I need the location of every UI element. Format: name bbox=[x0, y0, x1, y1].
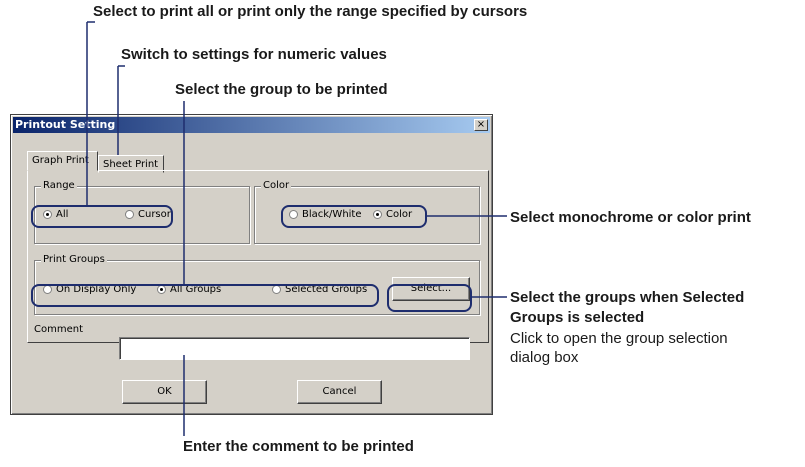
range-all-radio[interactable]: All bbox=[43, 209, 68, 220]
print-groups-group: Print Groups On Display Only All Groups … bbox=[34, 254, 480, 315]
callout-open-dialog-1: Click to open the group selection bbox=[510, 330, 728, 347]
callout-print-range: Select to print all or print only the ra… bbox=[93, 3, 528, 20]
range-group: Range All Cursor bbox=[34, 180, 250, 244]
range-cursor-radio[interactable]: Cursor bbox=[125, 209, 171, 220]
callout-groups-selected-2: Groups is selected bbox=[510, 309, 645, 326]
printout-setting-dialog: Printout Setting × Graph Print Sheet Pri… bbox=[10, 114, 493, 415]
radio-selected-groups-icon bbox=[272, 285, 281, 294]
color-bw-radio[interactable]: Black/White bbox=[289, 209, 362, 220]
select-groups-button[interactable]: Select... bbox=[392, 277, 470, 301]
comment-input[interactable] bbox=[119, 337, 470, 360]
radio-all-groups-icon bbox=[157, 285, 166, 294]
radio-all-icon bbox=[43, 210, 52, 219]
groups-on-display-radio[interactable]: On Display Only bbox=[43, 284, 136, 295]
callout-numeric-settings: Switch to settings for numeric values bbox=[121, 46, 387, 63]
callout-open-dialog-2: dialog box bbox=[510, 349, 579, 366]
callout-color-print: Select monochrome or color print bbox=[510, 209, 751, 226]
close-button[interactable]: × bbox=[474, 119, 488, 131]
groups-selected-radio[interactable]: Selected Groups bbox=[272, 284, 367, 295]
print-groups-legend: Print Groups bbox=[41, 254, 107, 265]
cancel-button[interactable]: Cancel bbox=[297, 380, 382, 404]
callout-comment-printed: Enter the comment to be printed bbox=[183, 438, 414, 455]
range-legend: Range bbox=[41, 180, 77, 191]
dialog-title: Printout Setting bbox=[15, 118, 116, 131]
title-bar[interactable]: Printout Setting × bbox=[13, 117, 490, 133]
color-group: Color Black/White Color bbox=[254, 180, 480, 244]
radio-color-icon bbox=[373, 210, 382, 219]
radio-bw-icon bbox=[289, 210, 298, 219]
graph-print-panel: Range All Cursor Color Black/White Color… bbox=[27, 170, 489, 343]
color-color-radio[interactable]: Color bbox=[373, 209, 412, 220]
ok-button[interactable]: OK bbox=[122, 380, 207, 404]
radio-cursor-icon bbox=[125, 210, 134, 219]
callout-groups-selected-1: Select the groups when Selected bbox=[510, 289, 745, 306]
callout-group-printed: Select the group to be printed bbox=[175, 81, 388, 98]
comment-label: Comment bbox=[34, 324, 83, 335]
groups-all-radio[interactable]: All Groups bbox=[157, 284, 221, 295]
color-legend: Color bbox=[261, 180, 292, 191]
tab-graph-print[interactable]: Graph Print bbox=[27, 151, 98, 171]
radio-on-display-icon bbox=[43, 285, 52, 294]
